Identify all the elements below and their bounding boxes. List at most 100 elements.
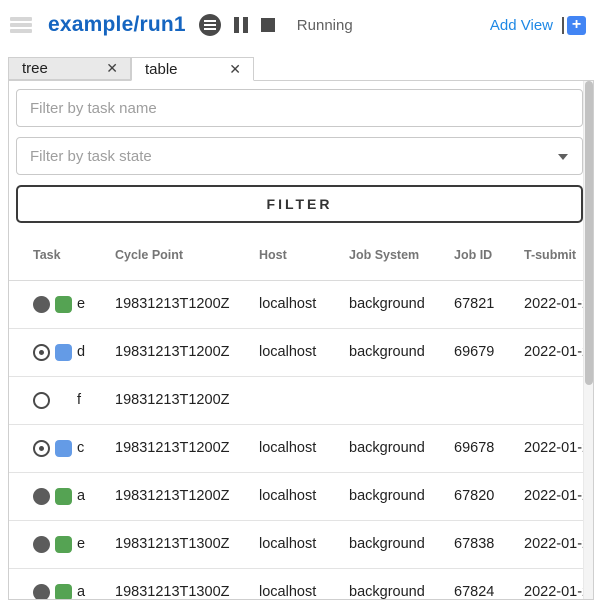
host-cell: localhost — [251, 568, 341, 599]
task-name: a — [77, 584, 85, 599]
dock-panel: tree ✕ table ✕ Filter by task state FILT… — [8, 57, 594, 600]
task-cell: e — [9, 520, 107, 568]
job-state-icon-succeeded — [55, 296, 72, 313]
cycle-point-cell: 19831213T1300Z — [107, 568, 251, 599]
task-cell-content: f — [33, 392, 107, 409]
t-submit-cell: 2022-01-2 — [516, 424, 583, 472]
plus-box-icon: + — [567, 16, 586, 35]
task-cell-content: d — [33, 344, 107, 361]
toolbar: example/run1 Running Add View + — [0, 0, 600, 50]
job-state-icon-succeeded — [55, 536, 72, 553]
tab-tree-close-icon[interactable]: ✕ — [106, 60, 118, 77]
t-submit-cell: 2022-01-2 — [516, 280, 583, 328]
workflow-menu-icon[interactable] — [199, 14, 221, 36]
task-cell: c — [9, 424, 107, 472]
host-cell: localhost — [251, 472, 341, 520]
job-system-cell: background — [341, 424, 446, 472]
table-row[interactable]: e 19831213T1300Zlocalhostbackground678382… — [9, 520, 583, 568]
column-header-task[interactable]: Task — [9, 231, 107, 280]
tab-bar: tree ✕ table ✕ — [8, 57, 594, 80]
workflow-list-icon[interactable] — [10, 17, 32, 33]
stop-icon[interactable] — [261, 18, 275, 32]
task-state-filter-select[interactable]: Filter by task state — [16, 137, 583, 175]
table-row[interactable]: a19831213T1200Zlocalhostbackground678202… — [9, 472, 583, 520]
table-view-pane: Filter by task state FILTER Task Cycle P… — [9, 81, 583, 599]
job-system-cell: background — [341, 520, 446, 568]
task-name: f — [77, 392, 81, 408]
tab-table-close-icon[interactable]: ✕ — [229, 61, 241, 78]
job-system-cell: background — [341, 568, 446, 599]
table-row[interactable]: d19831213T1200Zlocalhostbackground696792… — [9, 328, 583, 376]
task-state-icon-waiting — [33, 392, 50, 409]
task-state-icon-succeeded — [33, 536, 50, 553]
job-id-cell: 69679 — [446, 328, 516, 376]
job-id-cell: 67824 — [446, 568, 516, 599]
job-id-cell: 67821 — [446, 280, 516, 328]
task-cell: a — [9, 568, 107, 599]
table-row[interactable]: a 19831213T1300Zlocalhostbackground678242… — [9, 568, 583, 599]
task-table: Task Cycle Point Host Job System Job ID … — [9, 231, 583, 599]
scrollbar-track[interactable] — [583, 81, 593, 599]
column-header-t-submit[interactable]: T-submit — [516, 231, 583, 280]
cycle-point-cell: 19831213T1200Z — [107, 376, 251, 424]
task-cell-content: a — [33, 584, 107, 600]
add-view-button[interactable]: Add View — [490, 17, 553, 34]
job-state-icon-running — [55, 344, 72, 361]
pause-icon[interactable] — [234, 17, 248, 33]
task-name: e — [77, 536, 85, 552]
table-row[interactable]: e19831213T1200Zlocalhostbackground678212… — [9, 280, 583, 328]
workflow-status: Running — [297, 17, 353, 34]
t-submit-cell: 2022-01-2 — [516, 568, 583, 599]
cycle-point-cell: 19831213T1200Z — [107, 424, 251, 472]
task-cell-content: c — [33, 440, 107, 457]
task-name-filter-input[interactable] — [16, 89, 583, 127]
filter-button[interactable]: FILTER — [16, 185, 583, 223]
job-state-icon-succeeded — [55, 488, 72, 505]
cycle-point-cell: 19831213T1200Z — [107, 472, 251, 520]
cycle-point-cell: 19831213T1300Z — [107, 520, 251, 568]
tab-table[interactable]: table ✕ — [131, 57, 254, 81]
table-header-row: Task Cycle Point Host Job System Job ID … — [9, 231, 583, 280]
t-submit-cell: 2022-01-2 — [516, 520, 583, 568]
host-cell: localhost — [251, 424, 341, 472]
job-id-cell: 67820 — [446, 472, 516, 520]
host-cell: localhost — [251, 520, 341, 568]
column-header-cycle-point[interactable]: Cycle Point — [107, 231, 251, 280]
job-state-icon-succeeded — [55, 584, 72, 600]
tab-tree[interactable]: tree ✕ — [8, 57, 131, 80]
job-system-cell: background — [341, 472, 446, 520]
job-id-cell: 67838 — [446, 520, 516, 568]
table-row[interactable]: c19831213T1200Zlocalhostbackground696782… — [9, 424, 583, 472]
task-cell-content: e — [33, 536, 107, 553]
tab-tree-label: tree — [22, 60, 48, 77]
task-state-icon-succeeded — [33, 296, 50, 313]
task-cell: e — [9, 280, 107, 328]
add-view-plus-icon[interactable]: + — [562, 16, 586, 35]
t-submit-cell: 2022-01-2 — [516, 328, 583, 376]
task-cell: a — [9, 472, 107, 520]
job-state-icon-running — [55, 440, 72, 457]
table-row[interactable]: f 19831213T1200Z — [9, 376, 583, 424]
job-system-cell: background — [341, 280, 446, 328]
task-cell-content: a — [33, 488, 107, 505]
task-state-icon-running — [33, 440, 50, 457]
task-cell: d — [9, 328, 107, 376]
job-id-cell: 69678 — [446, 424, 516, 472]
scrollbar-thumb[interactable] — [585, 81, 593, 385]
task-state-icon-succeeded — [33, 584, 50, 600]
column-header-job-id[interactable]: Job ID — [446, 231, 516, 280]
task-table-body: e19831213T1200Zlocalhostbackground678212… — [9, 280, 583, 599]
task-cell-content: e — [33, 296, 107, 313]
job-system-cell: background — [341, 328, 446, 376]
task-state-filter-placeholder: Filter by task state — [30, 148, 152, 165]
host-cell — [251, 376, 341, 424]
t-submit-cell — [516, 376, 583, 424]
column-header-job-system[interactable]: Job System — [341, 231, 446, 280]
tab-content: Filter by task state FILTER Task Cycle P… — [8, 80, 594, 600]
host-cell: localhost — [251, 328, 341, 376]
t-submit-cell: 2022-01-2 — [516, 472, 583, 520]
column-header-host[interactable]: Host — [251, 231, 341, 280]
workflow-title: example/run1 — [48, 13, 186, 37]
task-cell: f — [9, 376, 107, 424]
chevron-down-icon — [558, 154, 568, 160]
